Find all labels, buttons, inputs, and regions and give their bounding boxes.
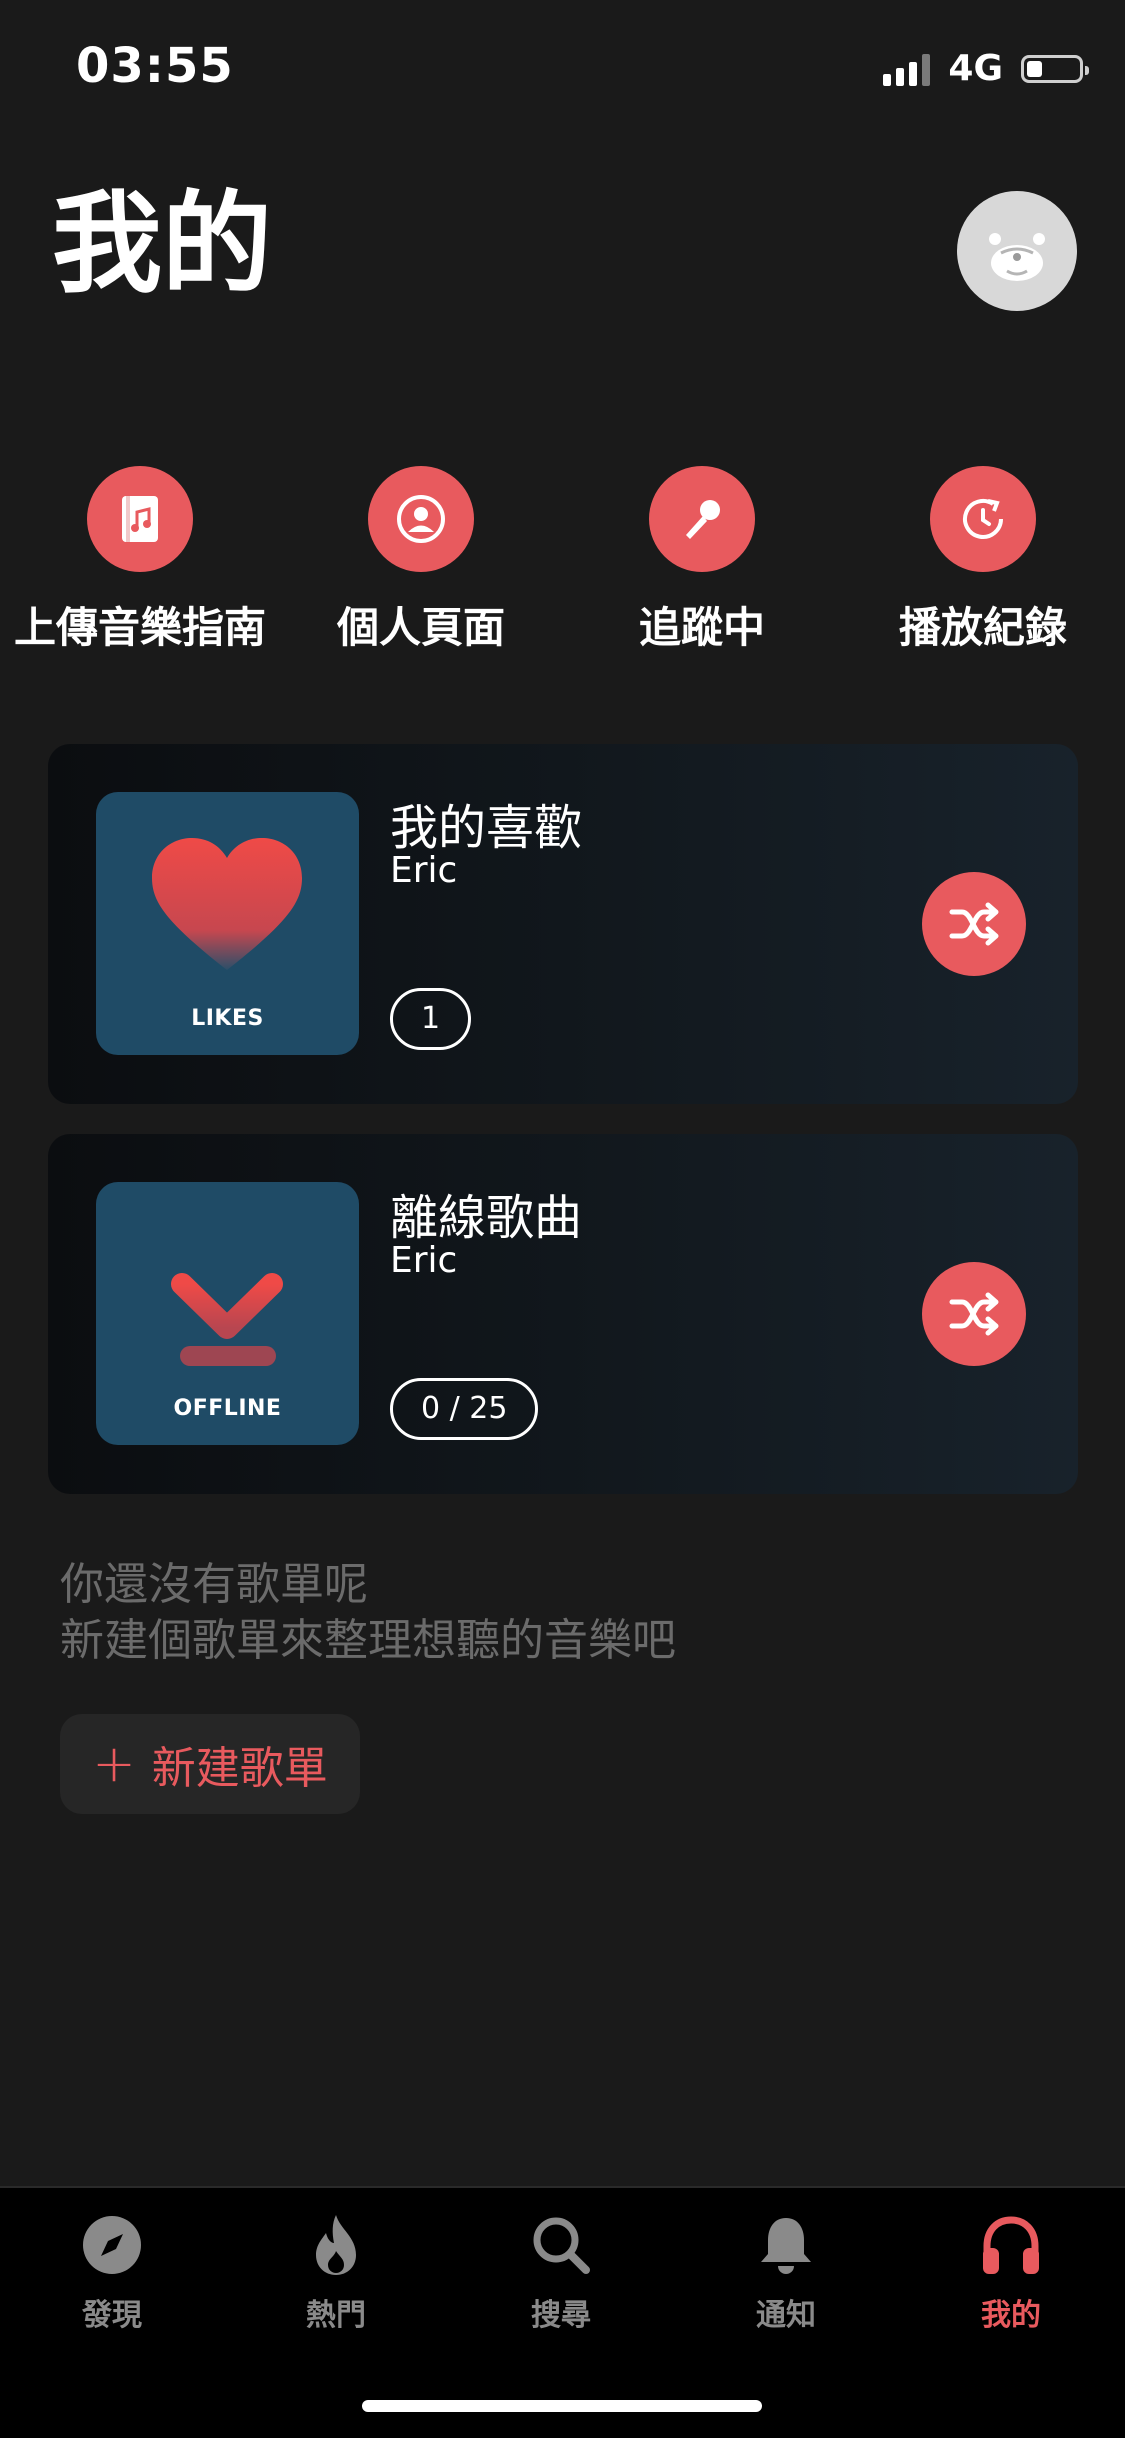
- flame-icon: [303, 2212, 369, 2278]
- playlist-owner: Eric: [390, 850, 458, 891]
- bell-icon: [753, 2212, 819, 2278]
- cover-label: OFFLINE: [173, 1396, 282, 1421]
- playlist-title: 我的喜歡: [390, 800, 583, 856]
- empty-state-line1: 你還沒有歌單呢: [60, 1559, 368, 1610]
- quick-action-profile[interactable]: 個人頁面: [281, 466, 561, 655]
- playlist-count-badge: 1: [390, 988, 472, 1050]
- home-indicator[interactable]: [362, 2400, 762, 2412]
- history-icon: [963, 498, 1003, 539]
- quick-action-label: 播放紀錄: [898, 603, 1067, 652]
- avatar[interactable]: [957, 191, 1077, 311]
- shuffle-button[interactable]: [922, 1262, 1026, 1366]
- person-icon: [397, 495, 445, 543]
- playlist-card-offline[interactable]: OFFLINE 離線歌曲 Eric 0 / 25: [48, 1134, 1078, 1494]
- quick-actions: 上傳音樂指南 個人頁面 追蹤中 播放紀錄: [0, 466, 1125, 652]
- network-label: 4G: [948, 48, 1003, 89]
- quick-action-history[interactable]: 播放紀錄: [843, 466, 1123, 655]
- battery-icon: [1021, 54, 1089, 83]
- tab-discover[interactable]: 發現: [32, 2212, 192, 2334]
- headphones-icon: [978, 2212, 1044, 2278]
- compass-icon: [79, 2212, 145, 2278]
- playlist-cover: LIKES: [96, 792, 359, 1055]
- signal-icon: [883, 52, 931, 86]
- playlist-count-badge: 0 / 25: [390, 1378, 539, 1440]
- cover-label: LIKES: [191, 1006, 264, 1031]
- quick-action-following[interactable]: 追蹤中: [562, 466, 842, 655]
- avatar-face-icon: [989, 233, 1045, 281]
- tab-mine[interactable]: 我的: [931, 2212, 1091, 2334]
- shuffle-icon: [949, 902, 999, 946]
- plus-icon: +: [92, 1734, 136, 1794]
- quick-action-circle: [649, 466, 755, 572]
- quick-action-label: 上傳音樂指南: [13, 603, 266, 652]
- playlist-title: 離線歌曲: [390, 1190, 583, 1246]
- tab-trending[interactable]: 熱門: [256, 2212, 416, 2334]
- quick-action-circle: [87, 466, 193, 572]
- empty-state-line2: 新建個歌單來整理想聽的音樂吧: [60, 1615, 676, 1666]
- tab-label: 通知: [756, 2298, 816, 2333]
- status-time: 03:55: [76, 38, 234, 94]
- tab-label: 熱門: [306, 2298, 366, 2333]
- playlist-owner: Eric: [390, 1240, 458, 1281]
- microphone-icon: [686, 500, 720, 539]
- quick-action-label: 個人頁面: [336, 603, 505, 652]
- tab-label: 我的: [981, 2298, 1041, 2333]
- playlist-cover: OFFLINE: [96, 1182, 359, 1445]
- music-book-icon: [122, 496, 158, 542]
- tab-label: 搜尋: [531, 2298, 591, 2333]
- tab-search[interactable]: 搜尋: [481, 2212, 641, 2334]
- tab-label: 發現: [82, 2298, 142, 2333]
- quick-action-circle: [930, 466, 1036, 572]
- status-indicators: 4G: [883, 48, 1089, 89]
- playlist-card-likes[interactable]: LIKES 我的喜歡 Eric 1: [48, 744, 1078, 1104]
- battery-fill: [1027, 60, 1042, 77]
- shuffle-icon: [949, 1292, 999, 1336]
- quick-action-upload-guide[interactable]: 上傳音樂指南: [0, 466, 280, 655]
- shuffle-button[interactable]: [922, 872, 1026, 976]
- quick-action-circle: [368, 466, 474, 572]
- tab-notifications[interactable]: 通知: [706, 2212, 866, 2334]
- new-playlist-button[interactable]: + 新建歌單: [60, 1714, 360, 1814]
- quick-action-label: 追蹤中: [638, 603, 765, 652]
- search-icon: [528, 2212, 594, 2278]
- new-playlist-label: 新建歌單: [151, 1743, 328, 1794]
- page-title: 我的: [52, 180, 272, 308]
